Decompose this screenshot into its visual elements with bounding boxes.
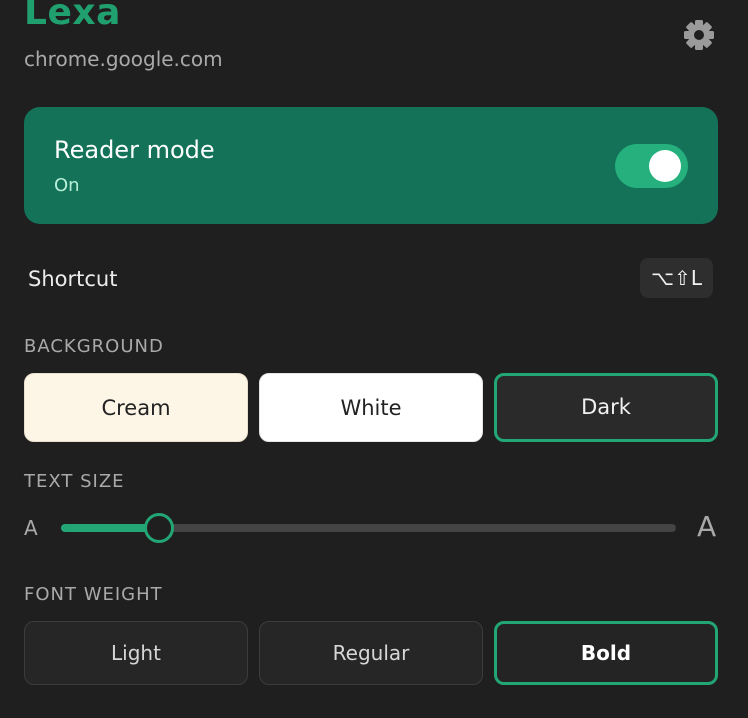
toggle-knob	[649, 150, 681, 182]
shortcut-keys: ⌥⇧L	[640, 258, 713, 298]
gear-icon[interactable]	[682, 18, 716, 52]
reader-mode-state: On	[54, 175, 80, 196]
reader-settings-panel: Lexa chrome.google.com Reader mode On Sh…	[0, 0, 748, 718]
font-weight-section-label: FONT WEIGHT	[24, 584, 163, 605]
background-section-label: BACKGROUND	[24, 336, 164, 357]
font-weight-option-bold[interactable]: Bold	[494, 621, 718, 685]
shortcut-label: Shortcut	[28, 267, 118, 291]
font-weight-option-light[interactable]: Light	[24, 621, 248, 685]
text-size-slider-thumb[interactable]	[144, 513, 175, 543]
background-option-dark[interactable]: Dark	[494, 373, 718, 442]
text-size-section-label: TEXT SIZE	[24, 471, 125, 492]
reader-mode-title: Reader mode	[54, 136, 215, 164]
font-weight-option-regular[interactable]: Regular	[259, 621, 483, 685]
reader-mode-card: Reader mode On	[24, 107, 718, 224]
reader-mode-toggle[interactable]	[615, 144, 688, 188]
site-domain: chrome.google.com	[24, 47, 223, 71]
background-option-cream[interactable]: Cream	[24, 373, 248, 442]
app-name: Lexa	[24, 0, 121, 33]
text-size-large-glyph: A	[697, 510, 717, 543]
text-size-small-glyph: A	[24, 516, 38, 540]
background-option-white[interactable]: White	[259, 373, 483, 442]
text-size-slider[interactable]	[61, 513, 676, 543]
